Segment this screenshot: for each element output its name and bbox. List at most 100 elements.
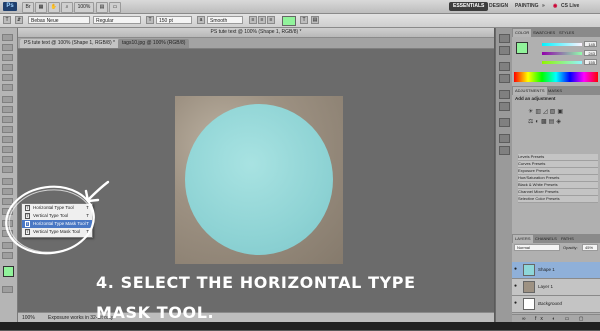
- green-value[interactable]: 243: [584, 50, 597, 56]
- clone-source-panel-icon[interactable]: [499, 74, 510, 83]
- tab-layers[interactable]: LAYERS: [513, 235, 533, 243]
- photoshop-logo: Ps: [3, 2, 17, 11]
- preset-exposure[interactable]: Exposure Presets: [518, 168, 598, 175]
- panels-column: COLOR SWATCHES STYLES 145 243 155 ADJUST…: [512, 28, 600, 330]
- layer-thumbnail: [523, 264, 535, 276]
- tab-channels[interactable]: CHANNELS: [533, 235, 559, 243]
- preset-hue-saturation[interactable]: Hue/Saturation Presets: [518, 175, 598, 182]
- more-workspaces-button[interactable]: »: [542, 2, 545, 11]
- red-slider[interactable]: [542, 43, 582, 46]
- quick-mask-icon[interactable]: [2, 286, 13, 293]
- preset-levels[interactable]: Levels Presets: [518, 154, 598, 161]
- green-slider[interactable]: [542, 52, 582, 55]
- color-spectrum-ramp[interactable]: [514, 72, 598, 82]
- eraser-tool-icon[interactable]: [2, 136, 13, 143]
- preset-curves[interactable]: Curves Presets: [518, 161, 598, 168]
- blur-tool-icon[interactable]: [2, 156, 13, 163]
- layer-comps-panel-icon[interactable]: [499, 118, 510, 127]
- notes-panel-icon[interactable]: [499, 146, 510, 155]
- brush-panel-icon[interactable]: [499, 62, 510, 71]
- tab-styles[interactable]: STYLES: [557, 29, 576, 37]
- cs-live-button[interactable]: CS Live: [561, 2, 579, 11]
- warp-text-icon[interactable]: T: [300, 16, 308, 24]
- visibility-eye-icon[interactable]: ●: [514, 267, 519, 272]
- bridge-icon[interactable]: Br: [22, 2, 34, 13]
- adjustment-icons-grid[interactable]: ☀▥◿▧▣ ⚖◐▩▤◈: [528, 107, 588, 127]
- application-bar: Ps Br ▦ ✋ ⌕ 100% ▤ ▭ ESSENTIALS DESIGN P…: [0, 0, 600, 14]
- hand-icon[interactable]: ✋: [48, 2, 60, 13]
- character-panel-icon[interactable]: [499, 90, 510, 99]
- 3d-panel-icon[interactable]: [499, 134, 510, 143]
- zoom-tool-icon[interactable]: ⌕: [61, 2, 73, 13]
- layer-thumbnail: [523, 298, 535, 310]
- cs-live-icon[interactable]: ◉: [553, 2, 557, 11]
- red-value[interactable]: 145: [584, 41, 597, 47]
- layers-footer-buttons[interactable]: ∞ fx ◐ ▭ ▢ 🗑: [512, 314, 600, 330]
- arrange-documents-icon[interactable]: ▤: [96, 2, 108, 13]
- crop-tool-icon[interactable]: [2, 74, 13, 81]
- workspace-essentials[interactable]: ESSENTIALS: [449, 2, 489, 11]
- history-panel-icon[interactable]: [499, 34, 510, 43]
- move-tool-icon[interactable]: [2, 34, 13, 41]
- visibility-eye-icon[interactable]: ●: [514, 284, 519, 289]
- paragraph-panel-icon[interactable]: [499, 102, 510, 111]
- align-left-icon[interactable]: ≡: [249, 16, 257, 24]
- tab-adjustments[interactable]: ADJUSTMENTS: [513, 87, 547, 95]
- actions-panel-icon[interactable]: [499, 46, 510, 55]
- character-panel-icon[interactable]: ▤: [311, 16, 319, 24]
- screen-mode-icon[interactable]: ▭: [109, 2, 121, 13]
- font-style-select[interactable]: Regular: [93, 16, 141, 24]
- document-tab-bar: PS tute text @ 100% (Shape 1, RGB/8) * t…: [18, 38, 494, 49]
- healing-brush-tool-icon[interactable]: [2, 96, 13, 103]
- color-panel-tabs: COLOR SWATCHES STYLES: [512, 28, 600, 37]
- align-center-icon[interactable]: ≡: [258, 16, 266, 24]
- document-tab-inactive[interactable]: tags10.jpg @ 100% (RGB/8): [118, 39, 190, 48]
- foreground-color-swatch[interactable]: [3, 266, 14, 277]
- workspace-design[interactable]: DESIGN: [489, 2, 508, 11]
- zoom-level-select[interactable]: 100%: [74, 2, 94, 13]
- workspace-painting[interactable]: PAINTING: [515, 2, 539, 11]
- anti-alias-select[interactable]: Smooth: [207, 16, 243, 24]
- preset-selective-color[interactable]: Selective Color Presets: [518, 196, 598, 203]
- blend-mode-select[interactable]: Normal: [514, 244, 560, 251]
- preset-channel-mixer[interactable]: Channel Mixer Presets: [518, 189, 598, 196]
- dodge-tool-icon[interactable]: [2, 166, 13, 173]
- brush-tool-icon[interactable]: [2, 106, 13, 113]
- gradient-tool-icon[interactable]: [2, 146, 13, 153]
- visibility-eye-icon[interactable]: ●: [514, 301, 519, 306]
- font-size-field[interactable]: 150 pt: [156, 16, 192, 24]
- opacity-field[interactable]: 45%: [582, 244, 598, 251]
- blue-slider[interactable]: [542, 61, 582, 64]
- quick-selection-tool-icon[interactable]: [2, 64, 13, 71]
- anti-alias-icon: a: [197, 16, 205, 24]
- tab-color[interactable]: COLOR: [513, 29, 532, 37]
- tab-swatches[interactable]: SWATCHES: [531, 29, 557, 37]
- layer-name: Background: [538, 301, 563, 306]
- adjustments-panel-tabs: ADJUSTMENTS MASKS: [512, 86, 600, 95]
- lasso-tool-icon[interactable]: [2, 54, 13, 61]
- history-brush-tool-icon[interactable]: [2, 126, 13, 133]
- circle-shape-layer[interactable]: [185, 104, 333, 255]
- tab-paths[interactable]: PATHS: [559, 235, 576, 243]
- color-foreground-swatch[interactable]: [516, 42, 528, 54]
- align-right-icon[interactable]: ≡: [267, 16, 275, 24]
- document-tab-active[interactable]: PS tute text @ 100% (Shape 1, RGB/8) *: [20, 39, 119, 48]
- blue-value[interactable]: 155: [584, 59, 597, 65]
- toggle-orientation-icon[interactable]: ⇵: [15, 16, 23, 24]
- marquee-tool-icon[interactable]: [2, 44, 13, 51]
- text-color-swatch[interactable]: [282, 16, 296, 26]
- annotation-circle-arrow: [5, 180, 110, 255]
- preset-black-white[interactable]: Black & White Presets: [518, 182, 598, 189]
- opacity-label: Opacity:: [563, 245, 578, 250]
- clone-stamp-tool-icon[interactable]: [2, 116, 13, 123]
- font-family-select[interactable]: Bebas Neue: [28, 16, 90, 24]
- eyedropper-tool-icon[interactable]: [2, 84, 13, 91]
- layer-row-layer-1[interactable]: ● Layer 1: [512, 279, 600, 296]
- layer-name: Layer 1: [538, 284, 554, 289]
- layer-row-background[interactable]: ● Background: [512, 296, 600, 313]
- layer-row-shape-1[interactable]: ● Shape 1: [512, 262, 600, 279]
- panel-dock: [495, 28, 513, 322]
- guides-icon[interactable]: ▦: [35, 2, 47, 13]
- type-tool-preset-icon[interactable]: T: [3, 16, 11, 24]
- tab-masks[interactable]: MASKS: [546, 87, 564, 95]
